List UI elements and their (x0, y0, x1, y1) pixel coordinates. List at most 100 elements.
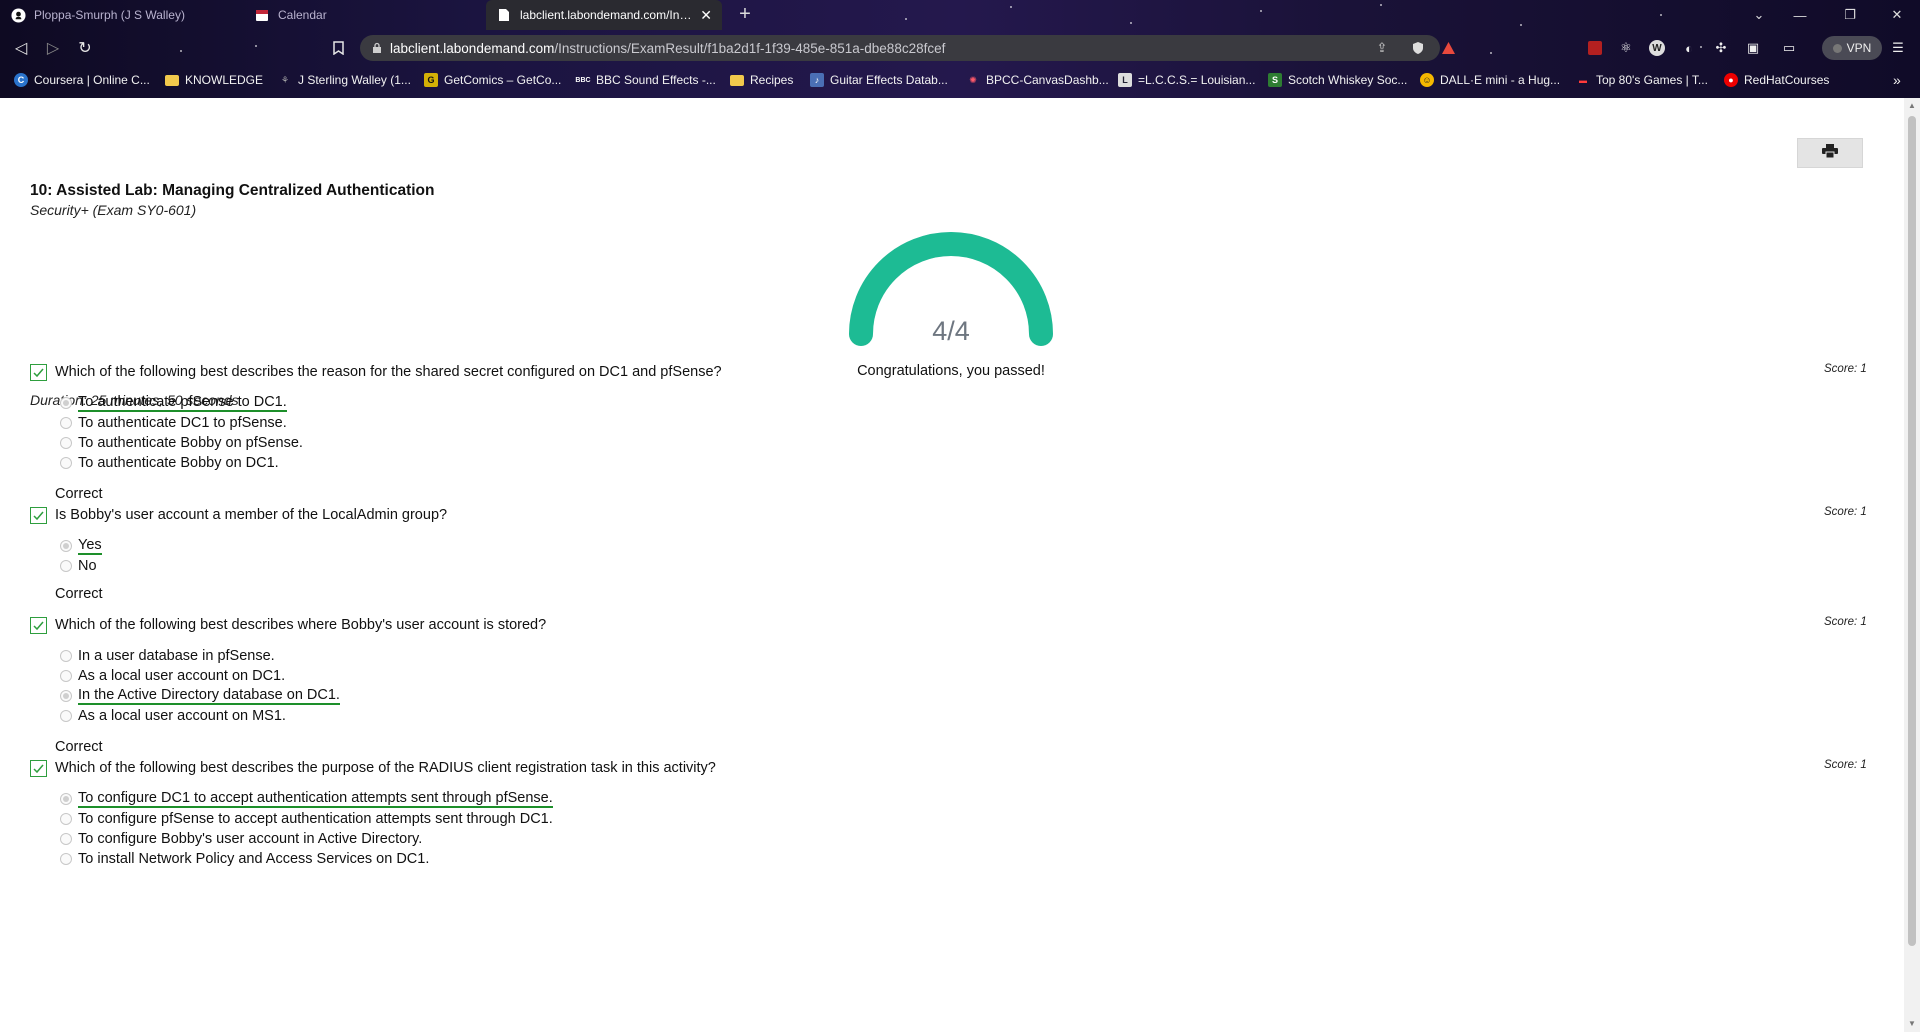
question-score: Score: 1 (1824, 616, 1867, 628)
bookmark-label: Top 80's Games | T... (1596, 73, 1708, 87)
answer-option[interactable]: To authenticate pfSense to DC1. (60, 393, 303, 413)
back-icon[interactable]: ◁ (8, 36, 34, 60)
radio-button[interactable] (60, 710, 72, 722)
minimize-icon[interactable]: — (1783, 0, 1817, 30)
tab-calendar[interactable]: Calendar (244, 0, 482, 30)
bookmark-knowledge[interactable]: KNOWLEDGE (165, 68, 263, 92)
forward-icon[interactable]: ▷ (40, 36, 66, 60)
answer-option[interactable]: To configure DC1 to accept authenticatio… (60, 789, 553, 809)
new-tab-button[interactable]: + (733, 3, 757, 27)
question-score: Score: 1 (1824, 506, 1867, 518)
radio-button[interactable] (60, 437, 72, 449)
correct-check-icon (30, 364, 47, 381)
menu-icon[interactable]: ☰ (1888, 38, 1908, 58)
address-bar[interactable]: labclient.labondemand.com/Instructions/E… (360, 35, 1455, 61)
close-icon[interactable]: ✕ (700, 7, 712, 24)
question-score: Score: 1 (1824, 363, 1867, 375)
radio-button[interactable] (60, 540, 72, 552)
canvas-icon: ✺ (969, 74, 977, 85)
answer-option[interactable]: As a local user account on MS1. (60, 706, 340, 726)
bookmark-redhat[interactable]: ● RedHatCourses (1724, 68, 1829, 92)
radio-button[interactable] (60, 457, 72, 469)
sidebar-icon[interactable]: ▣ (1743, 38, 1763, 58)
radio-button[interactable] (60, 397, 72, 409)
question-text: Which of the following best describes th… (55, 364, 722, 380)
scroll-down-icon[interactable]: ▼ (1907, 1019, 1917, 1029)
answer-option[interactable]: In a user database in pfSense. (60, 646, 340, 666)
answer-option[interactable]: No (60, 556, 102, 576)
radio-button[interactable] (60, 853, 72, 865)
bookmark-whiskey[interactable]: S Scotch Whiskey Soc... (1268, 68, 1407, 92)
answer-option[interactable]: Yes (60, 536, 102, 556)
bookmark-dalle[interactable]: ☺ DALL·E mini - a Hug... (1420, 68, 1560, 92)
wallet-icon[interactable]: ▭ (1779, 38, 1799, 58)
close-window-icon[interactable]: ✕ (1880, 0, 1914, 30)
answer-option[interactable]: To configure pfSense to accept authentic… (60, 809, 553, 829)
react-devtools-icon[interactable]: ⚛ (1616, 38, 1636, 58)
answer-option[interactable]: To install Network Policy and Access Ser… (60, 849, 553, 869)
scroll-thumb[interactable] (1908, 116, 1916, 946)
radio-button[interactable] (60, 650, 72, 662)
lab-title: 10: Assisted Lab: Managing Centralized A… (30, 182, 435, 199)
answer-option[interactable]: As a local user account on DC1. (60, 666, 340, 686)
tab-title: Calendar (278, 8, 327, 22)
answer-label: To configure DC1 to accept authenticatio… (78, 790, 553, 808)
correct-check-icon (30, 617, 47, 634)
bookmark-bpcc[interactable]: ✺ BPCC-CanvasDashb... (966, 68, 1109, 92)
lccs-icon: L (1118, 73, 1132, 87)
question-result: Correct (55, 486, 103, 502)
radio-button[interactable] (60, 833, 72, 845)
extension-red-icon[interactable] (1585, 38, 1605, 58)
bookmark-label: RedHatCourses (1744, 73, 1830, 87)
folder-icon (165, 74, 179, 86)
url-host: labclient.labondemand.com (390, 40, 555, 56)
wikipedia-icon[interactable]: W (1647, 38, 1667, 58)
bookmark-bbc[interactable]: BBC BBC Sound Effects -... (575, 68, 715, 92)
answer-label: As a local user account on MS1. (78, 708, 286, 724)
bookmark-80s-games[interactable]: ▬ Top 80's Games | T... (1576, 68, 1708, 92)
bookmark-page-icon[interactable] (325, 36, 351, 60)
radio-button[interactable] (60, 670, 72, 682)
answer-option[interactable]: To authenticate Bobby on DC1. (60, 453, 303, 473)
dark-mode-icon[interactable]: ◐ (1679, 38, 1699, 58)
radio-button[interactable] (60, 690, 72, 702)
calendar-icon (254, 7, 270, 23)
bookmark-recipes[interactable]: Recipes (730, 68, 793, 92)
vpn-label: VPN (1846, 41, 1872, 55)
tab-labclient[interactable]: labclient.labondemand.com/Instr ✕ (486, 0, 722, 30)
bookmark-label: Coursera | Online C... (34, 73, 150, 87)
brave-rewards-icon[interactable] (1436, 35, 1460, 61)
page-scrollbar[interactable]: ▲ ▼ (1904, 98, 1920, 1032)
radio-button[interactable] (60, 417, 72, 429)
bookmark-lccs[interactable]: L =L.C.C.S.= Louisian... (1118, 68, 1255, 92)
extensions-puzzle-icon[interactable]: ✣ (1711, 38, 1731, 58)
answer-options: To configure DC1 to accept authenticatio… (60, 789, 553, 869)
answer-option[interactable]: To authenticate Bobby on pfSense. (60, 433, 303, 453)
bookmarks-overflow-icon[interactable]: » (1893, 68, 1901, 92)
bbc-icon: BBC (575, 76, 591, 84)
redhat-icon: ● (1724, 73, 1738, 87)
radio-button[interactable] (60, 813, 72, 825)
tab-github[interactable]: Ploppa-Smurph (J S Walley) (0, 0, 240, 30)
bookmark-coursera[interactable]: C Coursera | Online C... (14, 68, 150, 92)
reload-icon[interactable]: ↻ (72, 36, 98, 60)
answer-option[interactable]: To configure Bobby's user account in Act… (60, 829, 553, 849)
bookmark-getcomics[interactable]: G GetComics – GetCo... (424, 68, 561, 92)
radio-button[interactable] (60, 560, 72, 572)
scroll-up-icon[interactable]: ▲ (1907, 101, 1917, 111)
lab-subtitle: Security+ (Exam SY0-601) (30, 202, 197, 218)
chevron-down-icon[interactable]: ⌄ (1742, 0, 1776, 30)
share-icon[interactable]: ⇪ (1370, 35, 1394, 61)
radio-button[interactable] (60, 793, 72, 805)
bookmark-label: =L.C.C.S.= Louisian... (1138, 73, 1256, 87)
whiskey-icon: S (1268, 73, 1282, 87)
bookmark-guitar[interactable]: ♪ Guitar Effects Datab... (810, 68, 948, 92)
print-button[interactable] (1797, 138, 1863, 168)
answer-option[interactable]: To authenticate DC1 to pfSense. (60, 413, 303, 433)
vpn-button[interactable]: VPN (1822, 36, 1882, 60)
brave-shield-icon[interactable] (1406, 35, 1430, 61)
answer-option[interactable]: In the Active Directory database on DC1. (60, 686, 340, 706)
bookmark-jsterling[interactable]: ⚘ J Sterling Walley (1... (278, 68, 411, 92)
restore-icon[interactable]: ❐ (1833, 0, 1867, 30)
bookmark-label: GetComics – GetCo... (444, 73, 562, 87)
